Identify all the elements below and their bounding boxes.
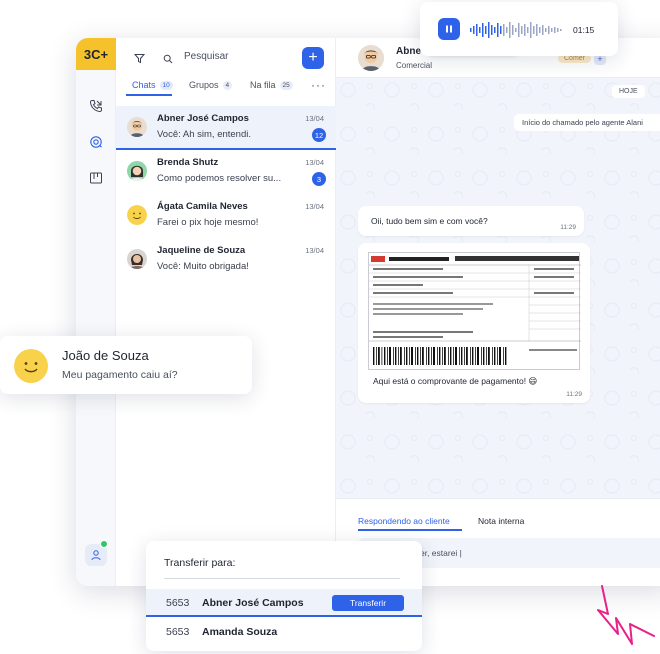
audio-duration: 01:15 [573,25,595,35]
decorative-squiggle [597,585,655,645]
tab-count-badge: 4 [222,80,233,90]
chat-list-panel: Pesquisar + Chats 10 Grupos 4 Na fila 25… [116,38,336,586]
conversation-preview: Você: Ah sim, entendi. [157,129,252,140]
message-time: 11:29 [560,224,576,231]
pause-button[interactable] [438,18,460,40]
more-options-icon[interactable]: ··· [311,78,326,92]
conversation-name: Brenda Shutz [157,157,219,168]
unread-badge: 12 [312,128,326,142]
conversation-date: 13/04 [305,246,324,255]
tab-grupos[interactable]: Grupos 4 [189,80,233,90]
avatar [14,349,48,383]
chat-list-toolbar: Pesquisar + [116,38,335,70]
app-window: 3C+ Pesquisar + Chats 10 Grupos 4 Na fil… [76,38,660,586]
conversation-name: Ágata Camila Neves [157,201,248,212]
agent-extension: 5653 [166,597,190,609]
chat-tabs: Chats 10 Grupos 4 Na fila 25 [116,80,335,100]
brand-logo[interactable]: 3C+ [76,38,116,70]
tab-na-fila[interactable]: Na fila 25 [250,80,293,90]
date-separator: HOJE [612,85,645,98]
conversation-name: Jaqueline de Souza [157,245,246,256]
message-input-text: er, estarei | [420,548,462,558]
board-icon[interactable] [86,168,106,188]
tab-internal-note[interactable]: Nota interna [478,516,524,526]
agent-extension: 5653 [166,626,190,638]
incoming-message-notification[interactable]: João de Souza Meu pagamento caiu aí? [0,336,252,394]
transfer-option[interactable]: 5653 Amanda Souza [146,618,422,646]
tab-chats[interactable]: Chats 10 [132,80,173,90]
conversation-preview: Como podemos resolver su... [157,173,282,184]
audio-player: 01:15 [420,2,618,56]
tab-reply-client[interactable]: Respondendo ao cliente [358,516,450,526]
agent-name: Amanda Souza [202,626,278,638]
transfer-dialog: Transferir para: 5653 Abner José Campos … [146,541,422,651]
message-time: 11:29 [566,391,582,398]
message-bubble: Oii, tudo bem sim e com você? 11:29 [358,206,584,236]
tab-count-badge: 10 [159,80,173,90]
conversation-item[interactable]: Ágata Camila Neves Farei o pix hoje mesm… [116,194,336,238]
conversation-item[interactable]: Brenda Shutz Como podemos resolver su...… [116,150,336,194]
search-icon[interactable] [163,51,173,69]
notification-message: Meu pagamento caiu aí? [62,369,178,381]
avatar [127,205,147,225]
conversation-date: 13/04 [305,114,324,123]
avatar [127,161,147,181]
reply-tab-indicator [358,529,462,531]
conversation-item[interactable]: Abner José Campos Você: Ah sim, entendi.… [116,106,336,150]
tab-active-indicator [126,94,172,96]
divider [164,578,400,579]
transfer-option[interactable]: 5653 Abner José Campos Transferir [146,589,422,617]
audio-waveform[interactable] [470,20,566,40]
avatar [127,249,147,269]
conversation-date: 13/04 [305,202,324,211]
filter-icon[interactable] [133,51,146,69]
side-rail: 3C+ [76,38,116,586]
contact-name: Abne [396,46,421,57]
headset-icon[interactable] [86,132,106,152]
notification-sender: João de Souza [62,348,149,363]
contact-department: Comercial [396,61,433,70]
agent-name: Abner José Campos [202,597,304,609]
online-status-dot [100,540,108,548]
conversation-panel: Abne Comercial Comer + HOJE Início do ch… [336,38,660,586]
payment-receipt-image[interactable] [368,252,581,370]
conversation-item[interactable]: Jaqueline de Souza Você: Muito obrigada!… [116,238,336,282]
message-text: Oii, tudo bem sim e com você? [371,216,488,226]
pause-icon [446,25,452,33]
conversation-preview: Você: Muito obrigada! [157,261,249,272]
conversation-preview: Farei o pix hoje mesmo! [157,217,259,228]
message-bubble: Aqui está o comprovante de pagamento! 😄 … [358,243,590,403]
new-chat-button[interactable]: + [302,47,324,69]
phone-call-icon[interactable] [86,96,106,116]
transfer-button[interactable]: Transferir [332,595,404,611]
system-message: Início do chamado pelo agente Alani [514,114,660,131]
transfer-title: Transferir para: [164,557,236,569]
conversation-date: 13/04 [305,158,324,167]
avatar [127,117,147,137]
message-text: Aqui está o comprovante de pagamento! 😄 [373,376,538,386]
search-input[interactable]: Pesquisar [184,51,228,62]
contact-avatar[interactable] [358,45,384,71]
tab-count-badge: 25 [279,80,293,90]
conversation-name: Abner José Campos [157,113,249,124]
unread-badge: 3 [312,172,326,186]
